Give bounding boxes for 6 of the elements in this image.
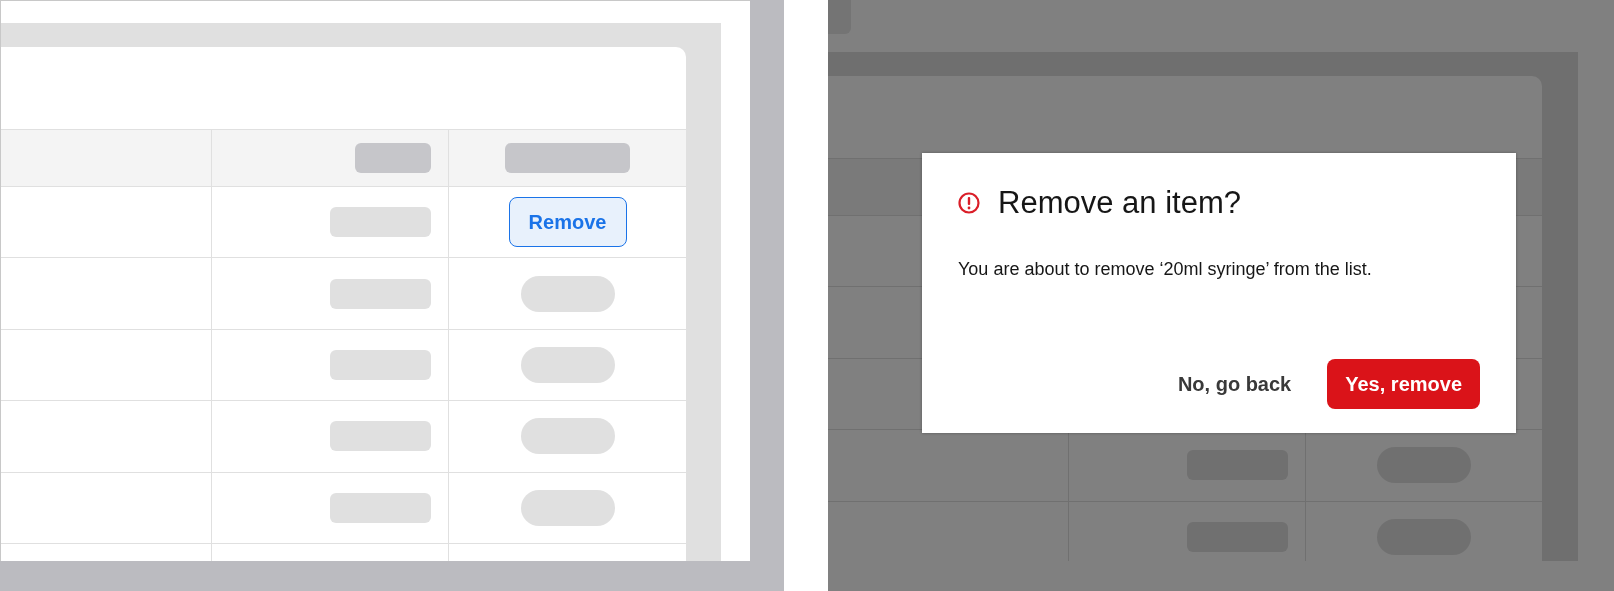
dialog-message: You are about to remove ‘20ml syringe’ from the list.	[958, 259, 1373, 280]
warning-icon	[958, 192, 980, 214]
confirm-button[interactable]: Yes, remove	[1327, 359, 1480, 409]
dialog-title: Remove an item?	[998, 185, 1241, 221]
cancel-button[interactable]: No, go back	[1171, 359, 1298, 409]
remove-button[interactable]: Remove	[508, 197, 627, 248]
